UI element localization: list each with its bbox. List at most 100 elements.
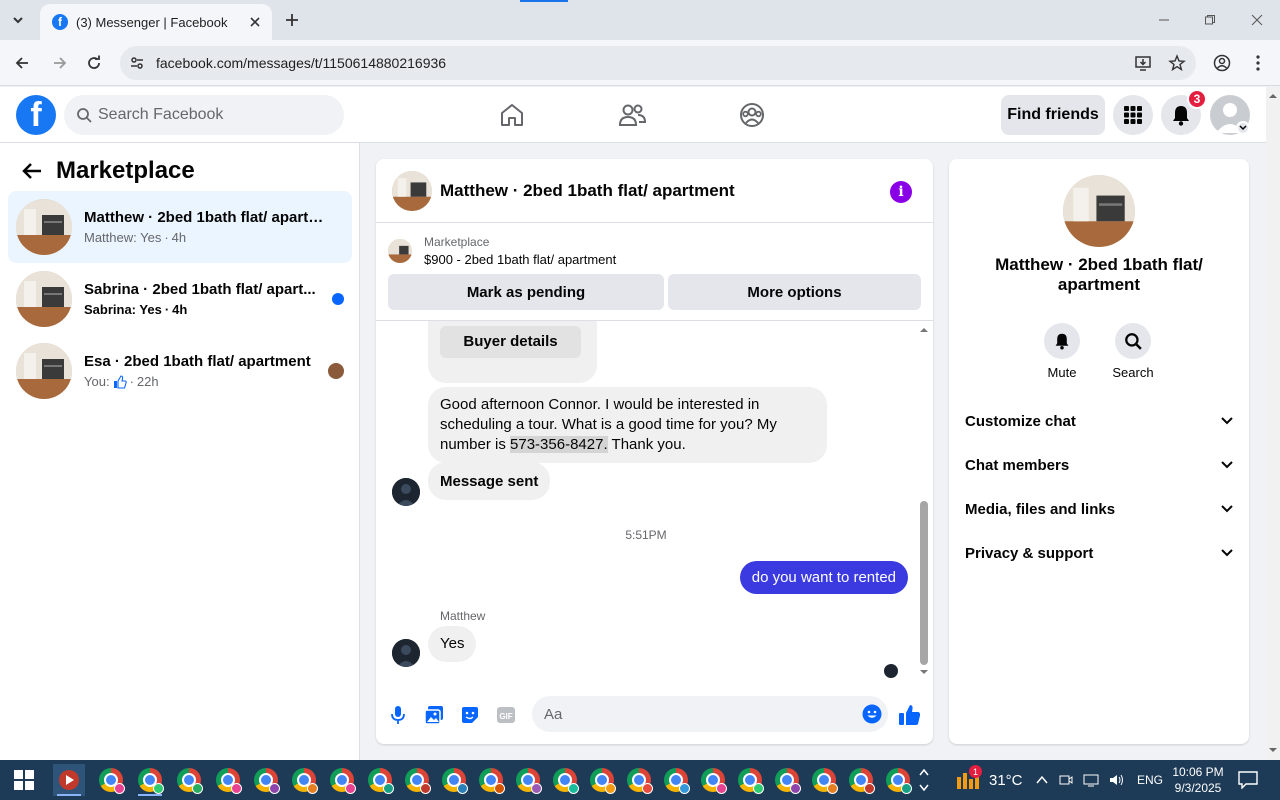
media-files-links-section[interactable]: Media, files and links xyxy=(965,489,1233,529)
reload-button[interactable] xyxy=(80,49,108,77)
scrollbar-thumb[interactable] xyxy=(920,501,928,665)
sender-avatar[interactable] xyxy=(392,478,420,506)
browser-tab[interactable]: f (3) Messenger | Facebook xyxy=(40,4,272,40)
more-options-button[interactable]: More options xyxy=(668,274,921,310)
marketplace-listing-row[interactable]: Marketplace $900 - 2bed 1bath flat/ apar… xyxy=(388,235,616,267)
url-text[interactable]: facebook.com/messages/t/1150614880216936 xyxy=(156,55,1128,71)
facebook-search[interactable] xyxy=(64,95,344,135)
voice-clip-icon[interactable] xyxy=(385,702,411,728)
privacy-support-section[interactable]: Privacy & support xyxy=(965,533,1233,573)
message-timestamp: 5:51PM xyxy=(625,528,667,542)
new-tab-button[interactable] xyxy=(280,8,304,32)
nav-friends[interactable] xyxy=(616,99,648,131)
chat-members-section[interactable]: Chat members xyxy=(965,445,1233,485)
back-arrow-button[interactable] xyxy=(16,155,48,187)
chevron-down-icon xyxy=(1221,461,1233,469)
taskbar-chrome[interactable] xyxy=(549,764,581,796)
taskbar-chrome[interactable] xyxy=(734,764,766,796)
notification-badge: 3 xyxy=(1187,89,1207,109)
message-input[interactable] xyxy=(544,705,844,723)
emoji-icon[interactable] xyxy=(862,704,882,724)
taskbar-chrome[interactable] xyxy=(250,764,282,796)
chat-panel: Matthew · 2bed 1bath flat/ apartment i M… xyxy=(376,159,933,744)
message-input-box[interactable] xyxy=(532,696,888,732)
taskbar-chrome[interactable] xyxy=(95,764,127,796)
account-chevron-icon[interactable] xyxy=(1236,121,1250,135)
profile-avatar[interactable] xyxy=(1063,175,1135,247)
search-action[interactable]: Search xyxy=(1103,323,1163,380)
nav-home[interactable] xyxy=(496,99,528,131)
menu-button[interactable] xyxy=(1113,95,1153,135)
phone-number[interactable]: 573-356-8427. xyxy=(510,436,608,453)
language-indicator[interactable]: ENG xyxy=(1137,773,1163,787)
close-tab-icon[interactable] xyxy=(246,13,264,31)
notifications-button[interactable]: 3 xyxy=(1161,89,1207,135)
taskbar-chrome[interactable] xyxy=(882,764,914,796)
taskbar-chrome[interactable] xyxy=(173,764,205,796)
loading-indicator xyxy=(520,0,568,2)
gif-icon[interactable]: GIF xyxy=(493,702,519,728)
taskbar-chrome[interactable] xyxy=(586,764,618,796)
mute-action[interactable]: Mute xyxy=(1032,323,1092,380)
taskbar-chrome[interactable] xyxy=(364,764,396,796)
info-icon[interactable]: i xyxy=(890,181,912,203)
system-tray-icons[interactable]: ENG xyxy=(1035,760,1163,800)
chat-header[interactable]: Matthew · 2bed 1bath flat/ apartment i xyxy=(376,159,933,223)
profile-icon xyxy=(1213,54,1231,72)
site-info-icon[interactable] xyxy=(122,48,152,78)
taskbar-chrome[interactable] xyxy=(660,764,692,796)
tab-search-button[interactable] xyxy=(6,8,30,32)
conversation-item-esa[interactable]: Esa · 2bed 1bath flat/ apartment You: · 2… xyxy=(8,335,352,407)
customize-chat-section[interactable]: Customize chat xyxy=(965,401,1233,441)
taskbar-chrome[interactable] xyxy=(134,764,166,796)
sticker-icon[interactable] xyxy=(457,702,483,728)
minimize-button[interactable] xyxy=(1150,8,1178,32)
browser-menu-button[interactable] xyxy=(1244,49,1272,77)
notification-center-button[interactable] xyxy=(1238,760,1258,800)
taskbar-chrome[interactable] xyxy=(808,764,840,796)
install-app-icon[interactable] xyxy=(1128,48,1158,78)
taskbar-app-media[interactable] xyxy=(53,764,85,796)
page-scrollbar[interactable] xyxy=(1266,87,1280,759)
sender-avatar[interactable] xyxy=(392,639,420,667)
profile-button[interactable] xyxy=(1208,49,1236,77)
conversation-item-matthew[interactable]: Matthew · 2bed 1bath flat/ apartm... Mat… xyxy=(8,191,352,263)
like-button-icon[interactable] xyxy=(897,702,923,728)
nav-groups[interactable] xyxy=(736,99,768,131)
taskbar-chrome[interactable] xyxy=(401,764,433,796)
back-button[interactable] xyxy=(8,49,36,77)
taskbar-chrome[interactable] xyxy=(845,764,877,796)
taskbar-chrome[interactable] xyxy=(475,764,507,796)
facebook-logo[interactable]: f xyxy=(16,95,56,135)
taskbar-scroll[interactable] xyxy=(918,760,930,800)
close-window-button[interactable] xyxy=(1243,8,1271,32)
message-bubble: Good afternoon Connor. I would be intere… xyxy=(428,387,827,463)
chevron-down-icon xyxy=(1221,549,1233,557)
taskbar-chrome[interactable] xyxy=(697,764,729,796)
taskbar-chrome[interactable] xyxy=(771,764,803,796)
mark-as-pending-button[interactable]: Mark as pending xyxy=(388,274,664,310)
start-button[interactable] xyxy=(14,770,34,790)
taskbar-chrome[interactable] xyxy=(623,764,655,796)
find-friends-button[interactable]: Find friends xyxy=(1001,95,1105,135)
mute-label: Mute xyxy=(1047,365,1077,380)
weather-widget[interactable]: 1 31°C xyxy=(955,760,1023,800)
forward-button[interactable] xyxy=(46,49,74,77)
taskbar-chrome[interactable] xyxy=(326,764,358,796)
clock[interactable]: 10:06 PM 9/3/2025 xyxy=(1170,760,1226,800)
bookmark-star-icon[interactable] xyxy=(1162,48,1192,78)
taskbar-chrome[interactable] xyxy=(212,764,244,796)
taskbar-chrome[interactable] xyxy=(512,764,544,796)
address-bar[interactable]: facebook.com/messages/t/1150614880216936 xyxy=(120,46,1196,80)
chevron-down-icon xyxy=(13,17,23,24)
bell-icon xyxy=(1173,106,1189,126)
taskbar-chrome[interactable] xyxy=(438,764,470,796)
thumbs-up-icon xyxy=(113,374,127,389)
restore-button[interactable] xyxy=(1196,8,1224,32)
photo-icon[interactable] xyxy=(421,702,447,728)
conversation-item-sabrina[interactable]: Sabrina · 2bed 1bath flat/ apart... Sabr… xyxy=(8,263,352,335)
taskbar-chrome[interactable] xyxy=(288,764,320,796)
search-input[interactable] xyxy=(98,106,318,124)
buyer-details-button[interactable]: Buyer details xyxy=(440,326,581,358)
message-scrollbar[interactable] xyxy=(918,325,930,677)
